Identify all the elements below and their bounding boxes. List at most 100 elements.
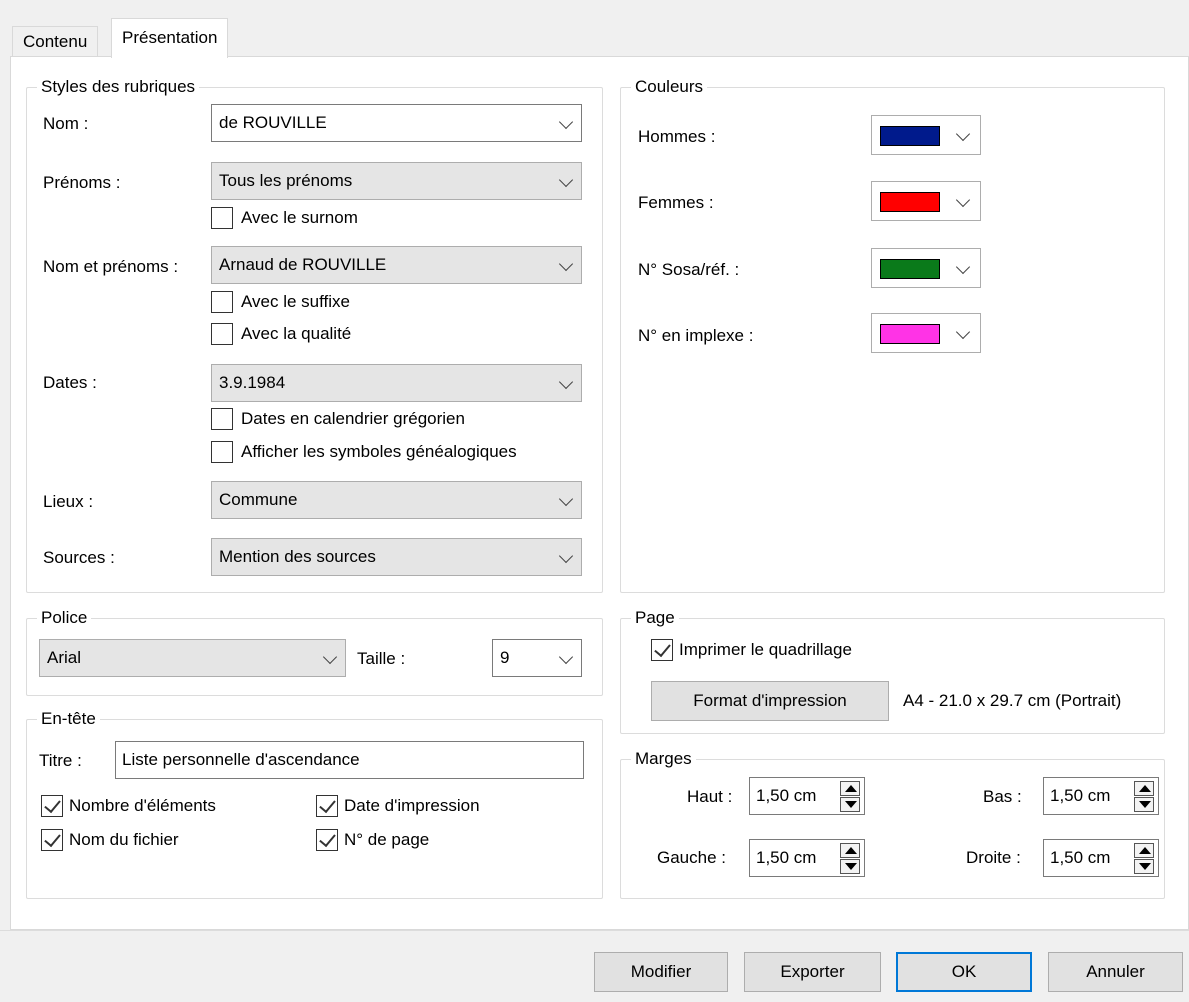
sources-style-value: Mention des sources xyxy=(219,547,376,566)
chevron-down-icon xyxy=(558,374,574,390)
nom-prenoms-label: Nom et prénoms : xyxy=(43,257,179,276)
dates-style-select[interactable]: 3.9.1984 xyxy=(211,364,582,402)
marge-droite-spinner[interactable]: 1,50 cm xyxy=(1043,839,1159,877)
chevron-down-icon xyxy=(558,491,574,507)
avec-suffixe-checkbox[interactable] xyxy=(211,291,233,313)
avec-qualite-label: Avec la qualité xyxy=(241,324,352,343)
nom-style-value: de ROUVILLE xyxy=(219,113,327,132)
date-impression-label: Date d'impression xyxy=(344,796,480,815)
chevron-down-icon xyxy=(558,256,574,272)
tab-presentation[interactable]: Présentation xyxy=(111,18,229,58)
lieux-label: Lieux : xyxy=(43,492,94,511)
chevron-down-icon xyxy=(955,126,971,142)
chevron-down-icon xyxy=(955,324,971,340)
nom-prenoms-style-value: Arnaud de ROUVILLE xyxy=(219,255,387,274)
exporter-button-label: Exporter xyxy=(780,962,845,981)
titre-input-value: Liste personnelle d'ascendance xyxy=(122,750,360,769)
group-page-legend: Page xyxy=(631,608,679,628)
spin-up-arrow-icon[interactable] xyxy=(840,843,860,858)
chevron-down-icon xyxy=(558,548,574,564)
exporter-button[interactable]: Exporter xyxy=(744,952,881,992)
tab-panel-presentation: Styles des rubriques Nom : de ROUVILLE P… xyxy=(10,56,1189,930)
prenoms-label: Prénoms : xyxy=(43,173,121,192)
marge-gauche-spinner[interactable]: 1,50 cm xyxy=(749,839,865,877)
group-styles-legend: Styles des rubriques xyxy=(37,77,200,97)
sosa-color-swatch xyxy=(880,259,940,279)
chevron-down-icon xyxy=(558,172,574,188)
tab-contenu-label: Contenu xyxy=(23,32,88,51)
marge-haut-label: Haut : xyxy=(687,787,733,806)
spin-down-arrow-icon[interactable] xyxy=(1134,797,1154,812)
marge-gauche-value: 1,50 cm xyxy=(756,848,817,867)
chevron-down-icon xyxy=(322,649,338,665)
femmes-color-swatch xyxy=(880,192,940,212)
footer-separator xyxy=(0,930,1189,931)
spin-down-arrow-icon[interactable] xyxy=(840,797,860,812)
lieux-style-select[interactable]: Commune xyxy=(211,481,582,519)
prenoms-style-select[interactable]: Tous les prénoms xyxy=(211,162,582,200)
group-entete-legend: En-tête xyxy=(37,709,100,729)
chevron-down-icon xyxy=(558,114,574,130)
implexe-color-swatch xyxy=(880,324,940,344)
marge-gauche-label: Gauche : xyxy=(657,848,726,867)
titre-input[interactable]: Liste personnelle d'ascendance xyxy=(115,741,584,779)
marge-bas-value: 1,50 cm xyxy=(1050,786,1111,805)
sosa-color-picker[interactable] xyxy=(871,248,981,288)
spin-down-arrow-icon[interactable] xyxy=(840,859,860,874)
nom-label: Nom : xyxy=(43,114,89,133)
marge-haut-value: 1,50 cm xyxy=(756,786,817,805)
symboles-genealogiques-checkbox[interactable] xyxy=(211,441,233,463)
tab-presentation-label: Présentation xyxy=(122,28,218,47)
imprimer-quadrillage-checkbox[interactable] xyxy=(651,639,673,661)
spin-down-arrow-icon[interactable] xyxy=(1134,859,1154,874)
group-couleurs-legend: Couleurs xyxy=(631,77,708,97)
avec-suffixe-label: Avec le suffixe xyxy=(241,292,350,311)
format-impression-button-label: Format d'impression xyxy=(693,691,847,710)
sources-label: Sources : xyxy=(43,548,115,567)
annuler-button-label: Annuler xyxy=(1086,962,1145,981)
avec-qualite-checkbox[interactable] xyxy=(211,323,233,345)
ok-button[interactable]: OK xyxy=(896,952,1032,992)
hommes-color-picker[interactable] xyxy=(871,115,981,155)
spin-up-arrow-icon[interactable] xyxy=(1134,781,1154,796)
marge-bas-spinner[interactable]: 1,50 cm xyxy=(1043,777,1159,815)
lieux-style-value: Commune xyxy=(219,490,298,509)
dates-gregorien-checkbox[interactable] xyxy=(211,408,233,430)
sources-style-select[interactable]: Mention des sources xyxy=(211,538,582,576)
implexe-color-label: N° en implexe : xyxy=(638,326,754,345)
format-impression-button[interactable]: Format d'impression xyxy=(651,681,889,721)
sosa-color-label: N° Sosa/réf. : xyxy=(638,260,740,279)
annuler-button[interactable]: Annuler xyxy=(1048,952,1183,992)
titre-label: Titre : xyxy=(39,751,82,770)
avec-surnom-checkbox[interactable] xyxy=(211,207,233,229)
num-page-checkbox[interactable] xyxy=(316,829,338,851)
spin-up-arrow-icon[interactable] xyxy=(840,781,860,796)
font-size-select[interactable]: 9 xyxy=(492,639,582,677)
group-police-legend: Police xyxy=(37,608,92,628)
ok-button-label: OK xyxy=(951,962,977,981)
chevron-down-icon xyxy=(558,649,574,665)
font-value: Arial xyxy=(47,648,82,667)
date-impression-checkbox[interactable] xyxy=(316,795,338,817)
prenoms-style-value: Tous les prénoms xyxy=(219,171,353,190)
nom-fichier-label: Nom du fichier xyxy=(69,830,179,849)
symboles-genealogiques-label: Afficher les symboles généalogiques xyxy=(241,442,517,461)
femmes-color-picker[interactable] xyxy=(871,181,981,221)
marge-haut-spinner[interactable]: 1,50 cm xyxy=(749,777,865,815)
implexe-color-picker[interactable] xyxy=(871,313,981,353)
hommes-color-label: Hommes : xyxy=(638,127,716,146)
nom-fichier-checkbox[interactable] xyxy=(41,829,63,851)
font-select[interactable]: Arial xyxy=(39,639,346,677)
spin-up-arrow-icon[interactable] xyxy=(1134,843,1154,858)
modifier-button-label: Modifier xyxy=(630,962,692,981)
imprimer-quadrillage-label: Imprimer le quadrillage xyxy=(679,640,852,659)
modifier-button[interactable]: Modifier xyxy=(594,952,728,992)
tab-contenu[interactable]: Contenu xyxy=(12,26,99,56)
num-page-label: N° de page xyxy=(344,830,430,849)
nom-style-select[interactable]: de ROUVILLE xyxy=(211,104,582,142)
marge-droite-value: 1,50 cm xyxy=(1050,848,1111,867)
nombre-elements-checkbox[interactable] xyxy=(41,795,63,817)
nom-prenoms-style-select[interactable]: Arnaud de ROUVILLE xyxy=(211,246,582,284)
hommes-color-swatch xyxy=(880,126,940,146)
chevron-down-icon xyxy=(955,192,971,208)
